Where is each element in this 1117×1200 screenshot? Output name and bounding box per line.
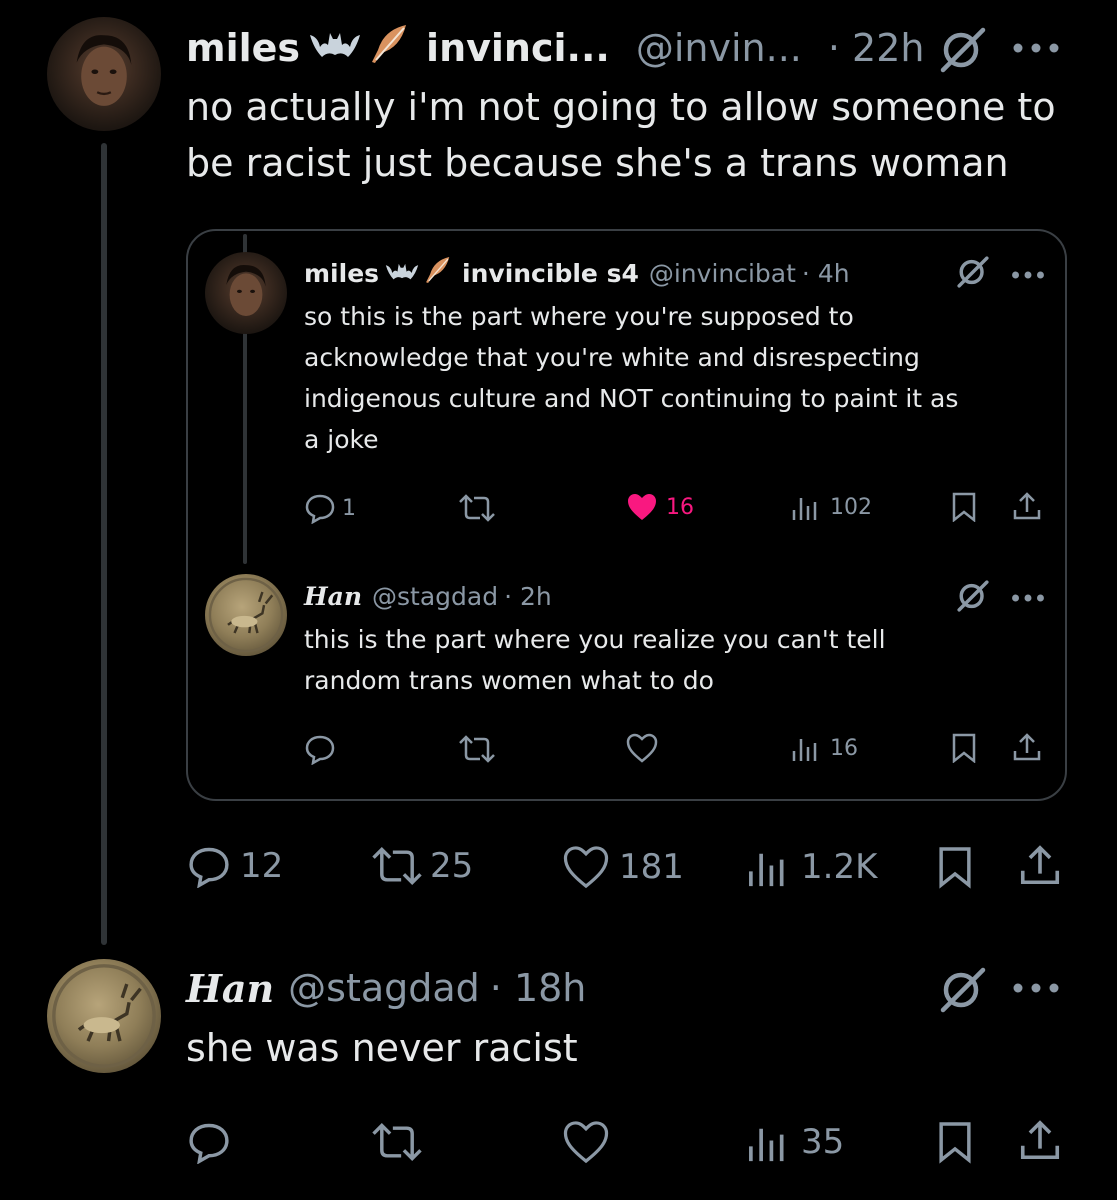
handle[interactable]: @stagdad [372, 582, 498, 611]
view-count: 16 [830, 735, 858, 761]
timestamp[interactable]: · 2h [504, 582, 552, 611]
quoted-tweet-text-line: acknowledge that you're white and disres… [304, 343, 920, 372]
reply-button[interactable]: 12 [186, 844, 283, 888]
quoted-tweet-text-line: indigenous culture and NOT continuing to… [304, 384, 959, 413]
like-button[interactable] [626, 733, 658, 763]
timestamp[interactable]: · 18h [490, 966, 587, 1010]
more-options-icon[interactable] [1010, 980, 1062, 1000]
timestamp[interactable]: · 4h [802, 259, 850, 288]
quoted-reply-text-line: random trans women what to do [304, 666, 714, 695]
like-count: 181 [619, 847, 684, 887]
handle[interactable]: @stagdad [288, 966, 480, 1010]
secondary-name[interactable]: invinci... [426, 26, 610, 70]
avatar[interactable] [47, 17, 161, 131]
tweet-text-line: be racist just because she's a trans wom… [186, 141, 1009, 185]
quoted-reply-header: Han @stagdad · 2h [304, 578, 552, 614]
tweet-text-line: she was never racist [186, 1026, 578, 1070]
quoted-tweet-text-line: a joke [304, 425, 379, 454]
reply-count: 12 [240, 846, 284, 886]
like-button[interactable] [561, 1120, 611, 1164]
grok-icon[interactable] [955, 255, 991, 293]
handle[interactable]: @invincibat [649, 259, 796, 288]
display-name[interactable]: Han [304, 582, 362, 611]
avatar[interactable] [47, 959, 161, 1073]
grok-icon[interactable] [937, 966, 989, 1018]
quoted-tweet-text-line: so this is the part where you're suppose… [304, 302, 854, 331]
display-name[interactable]: miles [304, 259, 379, 288]
share-button[interactable] [1018, 842, 1062, 888]
display-name[interactable]: miles [186, 26, 300, 70]
view-count: 35 [801, 1122, 845, 1162]
feather-icon [422, 255, 452, 291]
bat-icon [308, 26, 362, 70]
display-name[interactable]: Han [186, 966, 274, 1011]
quoted-tweet-header: miles invincible s4 @invincibat · 4h [304, 255, 850, 291]
grok-icon[interactable] [955, 579, 991, 617]
avatar[interactable] [205, 574, 287, 656]
bookmark-button[interactable] [951, 733, 977, 763]
retweet-button[interactable] [368, 1122, 426, 1162]
reply-button[interactable] [186, 1120, 232, 1164]
retweet-count: 25 [430, 846, 474, 886]
reply-tweet-header: Han @stagdad · 18h [186, 962, 586, 1014]
more-options-icon[interactable] [1010, 266, 1046, 285]
retweet-button[interactable] [456, 494, 498, 522]
handle[interactable]: @invin... [636, 26, 802, 70]
views-button[interactable]: 1.2K [745, 845, 877, 889]
retweet-button[interactable]: 25 [368, 846, 473, 886]
reply-button[interactable]: 1 [304, 492, 356, 524]
reply-button[interactable] [304, 733, 336, 765]
bookmark-button[interactable] [937, 1120, 973, 1164]
like-count: 16 [666, 494, 694, 520]
quoted-reply-text-line: this is the part where you realize you c… [304, 625, 886, 654]
share-button[interactable] [1012, 490, 1042, 522]
retweet-button[interactable] [456, 735, 498, 763]
main-tweet-header: miles invinci... @invin... · 22h [186, 22, 924, 74]
timestamp[interactable]: · 22h [828, 26, 925, 70]
bat-icon [384, 259, 420, 288]
view-count: 102 [830, 494, 872, 520]
more-options-icon[interactable] [1010, 589, 1046, 608]
secondary-name[interactable]: invincible s4 [462, 259, 639, 288]
avatar[interactable] [205, 252, 287, 334]
view-count: 1.2K [801, 847, 878, 887]
views-button[interactable]: 16 [790, 733, 858, 763]
like-button[interactable]: 16 [626, 492, 694, 522]
like-button[interactable]: 181 [561, 845, 684, 889]
reply-count: 1 [342, 495, 356, 521]
views-button[interactable]: 102 [790, 492, 872, 522]
bookmark-button[interactable] [951, 492, 977, 522]
views-button[interactable]: 35 [745, 1120, 844, 1164]
more-options-icon[interactable] [1010, 40, 1062, 60]
tweet-text-line: no actually i'm not going to allow someo… [186, 85, 1056, 129]
share-button[interactable] [1018, 1117, 1062, 1163]
share-button[interactable] [1012, 731, 1042, 763]
thread-connector-line [101, 143, 107, 945]
grok-icon[interactable] [937, 26, 989, 78]
feather-icon [366, 22, 410, 75]
bookmark-button[interactable] [937, 845, 973, 889]
